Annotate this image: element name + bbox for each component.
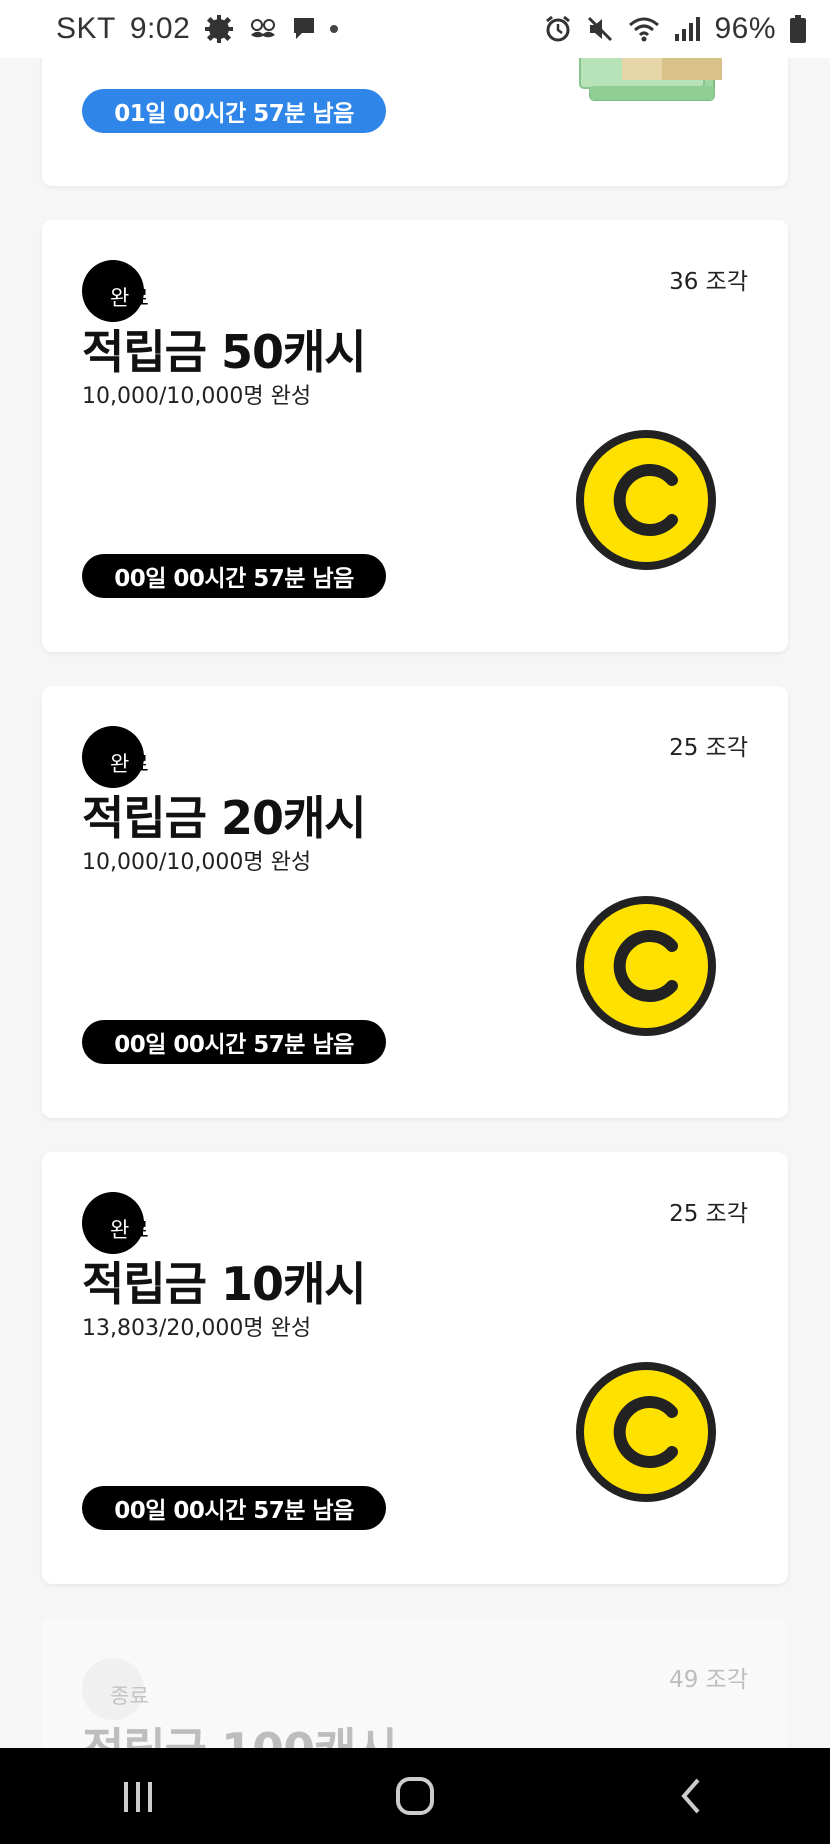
alarm-icon xyxy=(544,15,572,43)
message-bubble-icon xyxy=(292,16,316,42)
status-label-rest: 료 xyxy=(129,752,149,776)
clock: 9:02 xyxy=(129,12,191,45)
piece-count: 49 조각 xyxy=(669,1667,748,1693)
status-label-first: 완 xyxy=(110,752,130,776)
remaining-time-badge: 00일 00시간 57분 남음 xyxy=(82,1020,386,1064)
more-notifications-dot-icon xyxy=(330,25,339,33)
reward-title: 적립금 50캐시 xyxy=(82,325,367,379)
status-label-first: 종 xyxy=(110,1684,130,1708)
reward-card-20-cash[interactable]: 완료 25 조각 적립금 20캐시 10,000/10,000명 완성 00일 … xyxy=(42,686,788,1118)
participant-progress: 10,000/10,000명 완성 xyxy=(82,384,312,409)
remaining-time-badge: 00일 00시간 57분 남음 xyxy=(82,554,386,598)
status-label-rest: 료 xyxy=(129,286,149,310)
battery-percent: 96% xyxy=(714,12,776,45)
cash-coin-icon xyxy=(574,894,718,1038)
mute-icon xyxy=(586,15,614,43)
reward-title: 적립금 20캐시 xyxy=(82,791,367,845)
piece-count: 25 조각 xyxy=(669,1201,748,1227)
status-bar: SKT 9:02 96% xyxy=(0,0,830,58)
status-label-rest: 료 xyxy=(129,1218,149,1242)
status-label-first: 완 xyxy=(110,286,130,310)
battery-icon xyxy=(790,15,806,43)
piece-count: 36 조각 xyxy=(669,269,748,295)
ended-status-label: 종료 xyxy=(110,1680,149,1710)
signal-icon xyxy=(674,17,701,41)
remaining-time-badge: 01일 00시간 57분 남음 xyxy=(82,89,386,133)
reward-card-10-cash[interactable]: 완료 25 조각 적립금 10캐시 13,803/20,000명 완성 00일 … xyxy=(42,1152,788,1584)
piece-count: 25 조각 xyxy=(669,735,748,761)
home-icon xyxy=(395,1777,434,1815)
participant-progress: 10,000/10,000명 완성 xyxy=(82,850,312,875)
reward-card-50-cash[interactable]: 완료 36 조각 적립금 50캐시 10,000/10,000명 완성 00일 … xyxy=(42,220,788,652)
back-button[interactable] xyxy=(652,1756,732,1836)
recent-apps-button[interactable] xyxy=(98,1756,178,1836)
completed-status-label: 완료 xyxy=(110,1214,149,1244)
settings-gear-icon xyxy=(204,14,234,44)
cash-coin-icon xyxy=(574,428,718,572)
status-label-first: 완 xyxy=(110,1218,130,1242)
cash-coin-icon xyxy=(574,1360,718,1504)
carrier-label: SKT xyxy=(56,12,116,45)
mustache-app-icon xyxy=(248,17,278,41)
completed-status-label: 완료 xyxy=(110,748,149,778)
status-right: 96% xyxy=(544,12,806,46)
home-button[interactable] xyxy=(375,1756,455,1836)
back-arrow-icon xyxy=(680,1778,700,1814)
system-navigation-bar xyxy=(0,1748,830,1844)
status-left: SKT 9:02 xyxy=(56,12,339,46)
reward-title: 적립금 10캐시 xyxy=(82,1257,367,1311)
status-label-rest: 료 xyxy=(129,1684,149,1708)
recent-apps-icon xyxy=(124,1782,153,1812)
participant-progress: 13,803/20,000명 완성 xyxy=(82,1316,312,1341)
completed-status-label: 완료 xyxy=(110,282,149,312)
wifi-icon xyxy=(628,16,660,42)
remaining-time-badge: 00일 00시간 57분 남음 xyxy=(82,1486,386,1530)
